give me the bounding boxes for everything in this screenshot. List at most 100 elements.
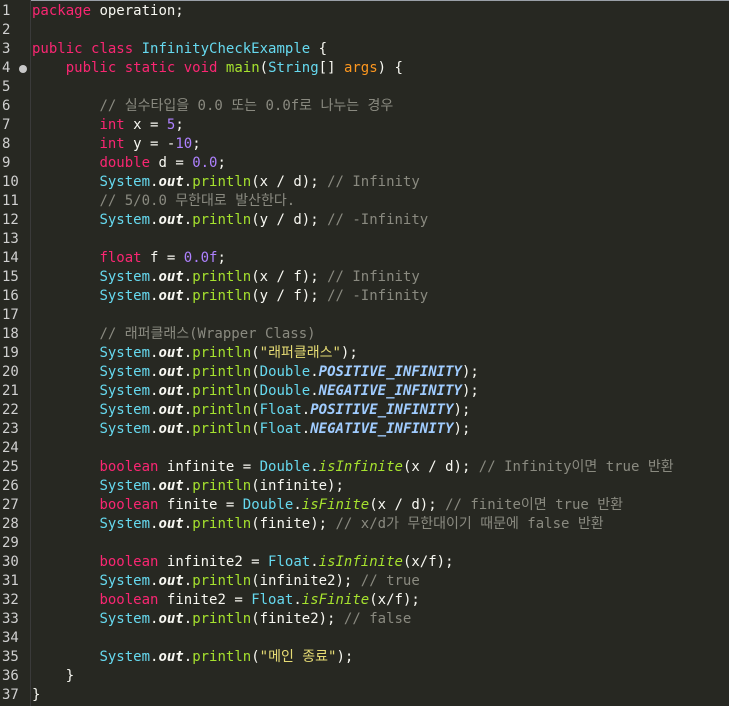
code-token-cm: // Infinity이면 true 반환 [478, 459, 674, 475]
code-line[interactable]: 4 public static void main(String[] args)… [0, 59, 729, 78]
code-editor[interactable]: 1 package operation; 2 3 public class Infini… [0, 0, 729, 706]
code-line[interactable]: 17 [0, 306, 729, 325]
line-number: 14 [2, 250, 19, 266]
code-token-pl: . [310, 383, 319, 399]
code-token-cls: InfinityCheckExample [141, 41, 311, 57]
code-token-pl: (finite); [251, 516, 336, 532]
code-token-pl: . [183, 478, 193, 494]
code-token-cls: String [268, 60, 319, 76]
code-token-const: POSITIVE_INFINITY [318, 364, 462, 380]
code-line[interactable]: 1 package operation; [0, 2, 729, 21]
code-token-kw: float [99, 250, 142, 266]
code-text: System.out.println(Double.NEGATIVE_INFIN… [32, 382, 478, 401]
code-line[interactable]: 15 System.out.println(x / f); // Infinit… [0, 268, 729, 287]
code-token-fld: out [158, 516, 184, 532]
code-line[interactable]: 16 System.out.println(y / f); // -Infini… [0, 287, 729, 306]
code-token-pl: (x / f); [251, 269, 328, 285]
code-token-cm: // -Infinity [327, 212, 429, 228]
code-text: public class InfinityCheckExample { [32, 40, 327, 59]
code-token-pl: = [242, 554, 269, 570]
code-line[interactable]: 34 [0, 629, 729, 648]
line-number: 3 [2, 41, 11, 57]
code-text: boolean finite = Double.isFinite(x / d);… [32, 496, 623, 515]
code-line[interactable]: 28 System.out.println(finite); // x/d가 무… [0, 515, 729, 534]
code-token-pl: (x / d); [251, 174, 328, 190]
code-token-pl: ); [461, 364, 479, 380]
code-token-fn: println [192, 402, 252, 418]
code-token-fld: out [158, 288, 184, 304]
code-line[interactable]: 14 float f = 0.0f; [0, 249, 729, 268]
code-line[interactable]: 24 [0, 439, 729, 458]
code-line[interactable]: 2 [0, 21, 729, 40]
code-line[interactable]: 31 System.out.println(infinite2); // tru… [0, 572, 729, 591]
code-line[interactable]: 23 System.out.println(Float.NEGATIVE_INF… [0, 420, 729, 439]
code-line[interactable]: 33 System.out.println(finite2); // false [0, 610, 729, 629]
code-line[interactable]: 30 boolean infinite2 = Float.isInfinite(… [0, 553, 729, 572]
code-token-var: y [133, 136, 142, 152]
code-line[interactable]: 5 [0, 78, 729, 97]
code-token-pl: ( [251, 345, 260, 361]
code-line[interactable]: 18 // 래퍼클래스(Wrapper Class) [0, 325, 729, 344]
code-token-fld: out [158, 611, 184, 627]
code-line[interactable]: 10 System.out.println(x / d); // Infinit… [0, 173, 729, 192]
code-token-var: infinite2 [166, 554, 243, 570]
line-number: 31 [2, 573, 19, 589]
code-line[interactable]: 22 System.out.println(Float.POSITIVE_INF… [0, 401, 729, 420]
code-token-smeth: isFinite [301, 592, 370, 608]
code-token-pl: } [32, 687, 41, 703]
code-token-pl: ; [217, 250, 226, 266]
code-line[interactable]: 8 int y = -10; [0, 135, 729, 154]
code-line[interactable]: 29 [0, 534, 729, 553]
code-line[interactable]: 6 // 실수타입을 0.0 또는 0.0f로 나누는 경우 [0, 97, 729, 116]
code-line[interactable]: 25 boolean infinite = Double.isInfinite(… [0, 458, 729, 477]
code-line[interactable]: 36 } [0, 667, 729, 686]
code-line[interactable]: 12 System.out.println(y / d); // -Infini… [0, 211, 729, 230]
line-number: 26 [2, 478, 19, 494]
code-token-kw: int [99, 117, 125, 133]
code-line[interactable]: 3 public class InfinityCheckExample { [0, 40, 729, 59]
code-text: // 래퍼클래스(Wrapper Class) [32, 325, 315, 344]
code-token-pl: . [183, 269, 193, 285]
code-token-fn: main [225, 60, 260, 76]
code-line[interactable]: 11 // 5/0.0 무한대로 발산한다. [0, 192, 729, 211]
code-line[interactable]: 21 System.out.println(Double.NEGATIVE_IN… [0, 382, 729, 401]
code-token-kw: double [99, 155, 151, 171]
code-line[interactable]: 13 [0, 230, 729, 249]
code-token-cm: // Infinity [327, 269, 420, 285]
code-token-pl: ( [251, 364, 260, 380]
code-token-pl: operation; [91, 3, 184, 19]
code-token-fld: out [158, 478, 184, 494]
code-text: System.out.println(finite2); // false [32, 610, 411, 629]
code-token-pl: (x/f); [369, 592, 420, 608]
code-token-kw: boolean [99, 592, 159, 608]
code-text: System.out.println(y / f); // -Infinity [32, 287, 428, 306]
code-text: System.out.println("래퍼클래스"); [32, 344, 357, 363]
code-line[interactable]: 19 System.out.println("래퍼클래스"); [0, 344, 729, 363]
code-token-fn: println [192, 649, 252, 665]
code-token-pl: } [32, 668, 75, 684]
code-line[interactable]: 37} [0, 686, 729, 705]
code-line[interactable]: 20 System.out.println(Double.POSITIVE_IN… [0, 363, 729, 382]
code-token-pl: ( [251, 649, 260, 665]
code-line[interactable]: 32 boolean finite2 = Float.isFinite(x/f)… [0, 591, 729, 610]
code-token-param: args [343, 60, 378, 76]
override-marker-icon[interactable] [19, 65, 27, 73]
code-line[interactable]: 35 System.out.println("메인 종료"); [0, 648, 729, 667]
code-line[interactable]: 27 boolean finite = Double.isFinite(x / … [0, 496, 729, 515]
code-token-var: x [133, 117, 142, 133]
code-token-pl: . [310, 554, 319, 570]
line-number: 28 [2, 516, 19, 532]
code-line[interactable]: 7 int x = 5; [0, 116, 729, 135]
code-line[interactable]: 9 double d = 0.0; [0, 154, 729, 173]
editor-top-border [0, 0, 729, 1]
code-line[interactable]: 26 System.out.println(infinite); [0, 477, 729, 496]
